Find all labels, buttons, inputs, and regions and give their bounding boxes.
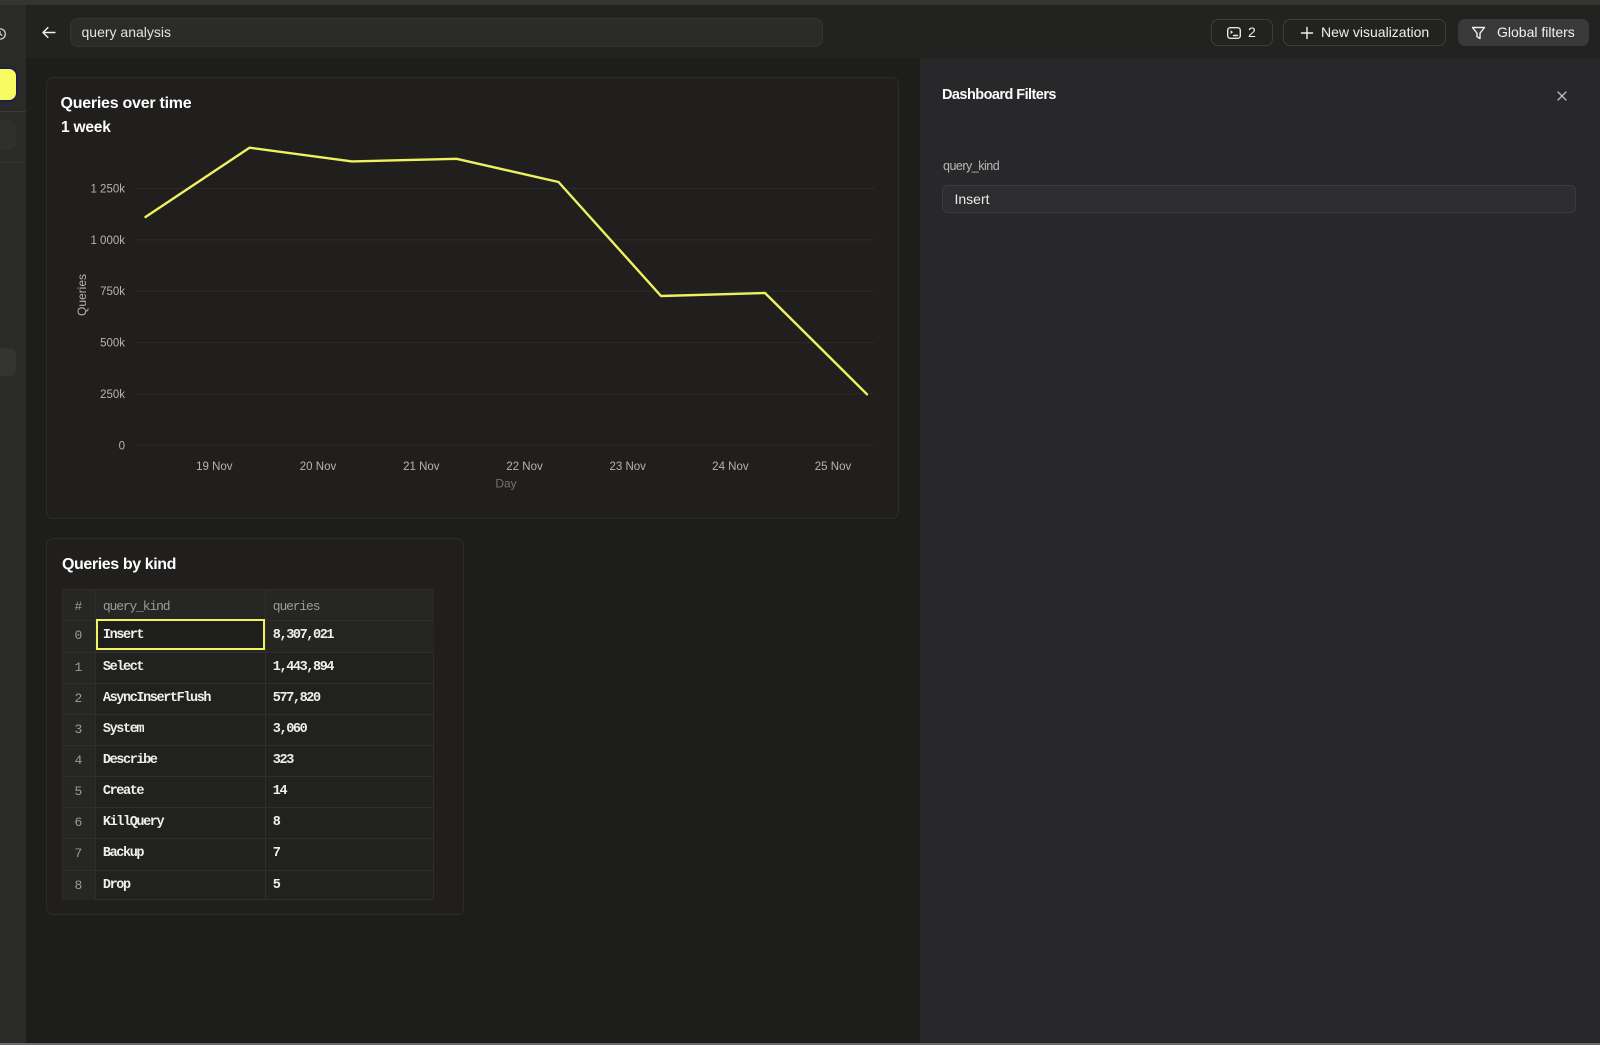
svg-text:20 Nov: 20 Nov	[300, 461, 337, 473]
svg-text:25 Nov: 25 Nov	[815, 461, 852, 473]
svg-text:500k: 500k	[100, 338, 125, 350]
svg-text:Day: Day	[495, 477, 516, 491]
svg-text:750k: 750k	[100, 286, 125, 298]
svg-text:19 Nov: 19 Nov	[196, 461, 233, 473]
svg-text:1 250k: 1 250k	[90, 184, 125, 196]
svg-text:23 Nov: 23 Nov	[609, 461, 646, 473]
svg-text:24 Nov: 24 Nov	[712, 461, 749, 473]
svg-text:1 000k: 1 000k	[90, 235, 125, 247]
svg-text:0: 0	[119, 440, 125, 452]
svg-text:21 Nov: 21 Nov	[403, 461, 440, 473]
svg-text:250k: 250k	[100, 389, 125, 401]
svg-text:22 Nov: 22 Nov	[506, 461, 543, 473]
svg-text:Queries: Queries	[75, 274, 89, 316]
